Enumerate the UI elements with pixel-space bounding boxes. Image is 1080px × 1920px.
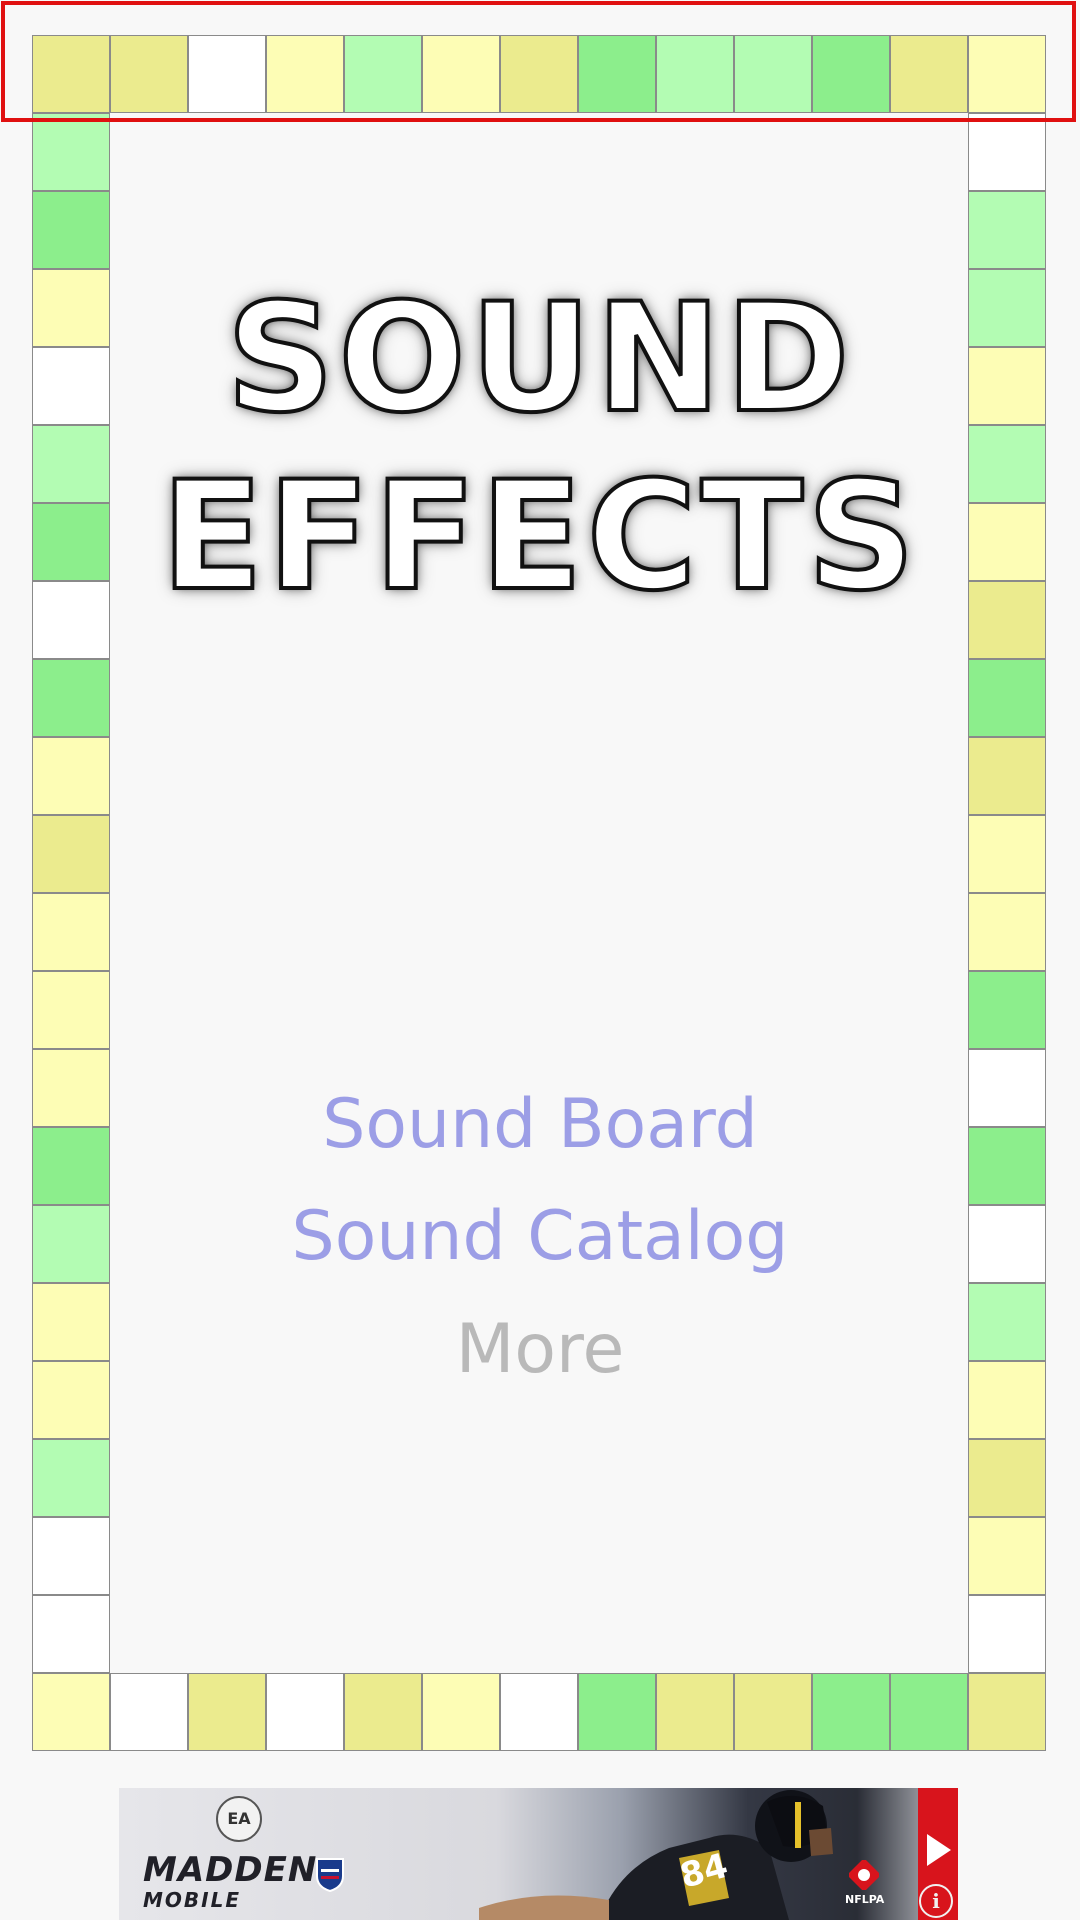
border-tile-top-5 (422, 35, 500, 113)
border-tile-left-9 (32, 815, 110, 893)
border-tile-left-2 (32, 269, 110, 347)
border-tile-left-14 (32, 1205, 110, 1283)
border-tile-bottom-10 (812, 1673, 890, 1751)
play-icon[interactable] (927, 1834, 951, 1866)
football-player-image: 84 (479, 1790, 833, 1920)
border-tile-bottom-7 (578, 1673, 656, 1751)
border-tile-left-17 (32, 1439, 110, 1517)
border-tile-right-3 (968, 347, 1046, 425)
border-tile-top-10 (812, 35, 890, 113)
border-tile-left-10 (32, 893, 110, 971)
border-tile-left-6 (32, 581, 110, 659)
border-tile-bottom-6 (500, 1673, 578, 1751)
border-tile-bottom-9 (734, 1673, 812, 1751)
border-tile-left-0 (32, 113, 110, 191)
border-tile-left-13 (32, 1127, 110, 1205)
app-title: SOUND EFFECTS (110, 270, 970, 626)
app-title-line-2: EFFECTS (159, 448, 920, 626)
ea-logo: EA (216, 1796, 262, 1842)
border-tile-left-3 (32, 347, 110, 425)
ad-subtitle: MOBILE (143, 1888, 241, 1912)
nflpa-icon (847, 1858, 881, 1892)
border-tile-left-8 (32, 737, 110, 815)
border-tile-right-8 (968, 737, 1046, 815)
border-tile-left-1 (32, 191, 110, 269)
border-tile-left-4 (32, 425, 110, 503)
border-tile-left-11 (32, 971, 110, 1049)
border-tile-right-6 (968, 581, 1046, 659)
border-tile-top-11 (890, 35, 968, 113)
border-tile-left-5 (32, 503, 110, 581)
border-tile-right-10 (968, 893, 1046, 971)
border-tile-bottom-4 (344, 1673, 422, 1751)
border-tile-bottom-0 (32, 1673, 110, 1751)
border-tile-top-8 (656, 35, 734, 113)
border-tile-top-2 (188, 35, 266, 113)
border-tile-bottom-11 (890, 1673, 968, 1751)
border-tile-bottom-3 (266, 1673, 344, 1751)
border-tile-right-5 (968, 503, 1046, 581)
more-button[interactable]: More (110, 1305, 970, 1395)
border-tile-right-2 (968, 269, 1046, 347)
border-tile-top-0 (32, 35, 110, 113)
border-tile-right-17 (968, 1439, 1046, 1517)
sound-catalog-button[interactable]: Sound Catalog (110, 1192, 970, 1282)
border-tile-left-12 (32, 1049, 110, 1127)
ad-banner[interactable]: EA MADDEN MOBILE 84 NFLPA i (119, 1788, 958, 1920)
border-tile-top-1 (110, 35, 188, 113)
border-tile-right-16 (968, 1361, 1046, 1439)
border-tile-right-19 (968, 1595, 1046, 1673)
border-tile-left-7 (32, 659, 110, 737)
border-tile-left-15 (32, 1283, 110, 1361)
border-tile-right-13 (968, 1127, 1046, 1205)
border-tile-bottom-2 (188, 1673, 266, 1751)
border-tile-top-3 (266, 35, 344, 113)
border-tile-right-7 (968, 659, 1046, 737)
border-tile-bottom-1 (110, 1673, 188, 1751)
border-tile-right-9 (968, 815, 1046, 893)
border-tile-right-15 (968, 1283, 1046, 1361)
nflpa-logo: NFLPA (845, 1858, 885, 1916)
border-tile-right-12 (968, 1049, 1046, 1127)
border-tile-right-1 (968, 191, 1046, 269)
info-icon[interactable]: i (919, 1884, 953, 1918)
border-tile-right-4 (968, 425, 1046, 503)
border-tile-top-9 (734, 35, 812, 113)
border-tile-left-18 (32, 1517, 110, 1595)
border-tile-top-4 (344, 35, 422, 113)
sound-board-button[interactable]: Sound Board (110, 1080, 970, 1170)
border-tile-right-0 (968, 113, 1046, 191)
border-tile-top-12 (968, 35, 1046, 113)
border-tile-bottom-5 (422, 1673, 500, 1751)
nfl-shield-icon (316, 1858, 344, 1892)
border-tile-left-16 (32, 1361, 110, 1439)
ad-title: MADDEN (143, 1850, 318, 1890)
border-tile-top-7 (578, 35, 656, 113)
nflpa-label: NFLPA (845, 1893, 885, 1906)
border-tile-bottom-12 (968, 1673, 1046, 1751)
border-tile-right-11 (968, 971, 1046, 1049)
border-tile-top-6 (500, 35, 578, 113)
border-tile-right-14 (968, 1205, 1046, 1283)
app-screen: SOUND EFFECTS Sound Board Sound Catalog … (0, 0, 1080, 1920)
border-tile-left-19 (32, 1595, 110, 1673)
border-tile-right-18 (968, 1517, 1046, 1595)
app-title-line-1: SOUND (224, 270, 854, 448)
border-tile-bottom-8 (656, 1673, 734, 1751)
